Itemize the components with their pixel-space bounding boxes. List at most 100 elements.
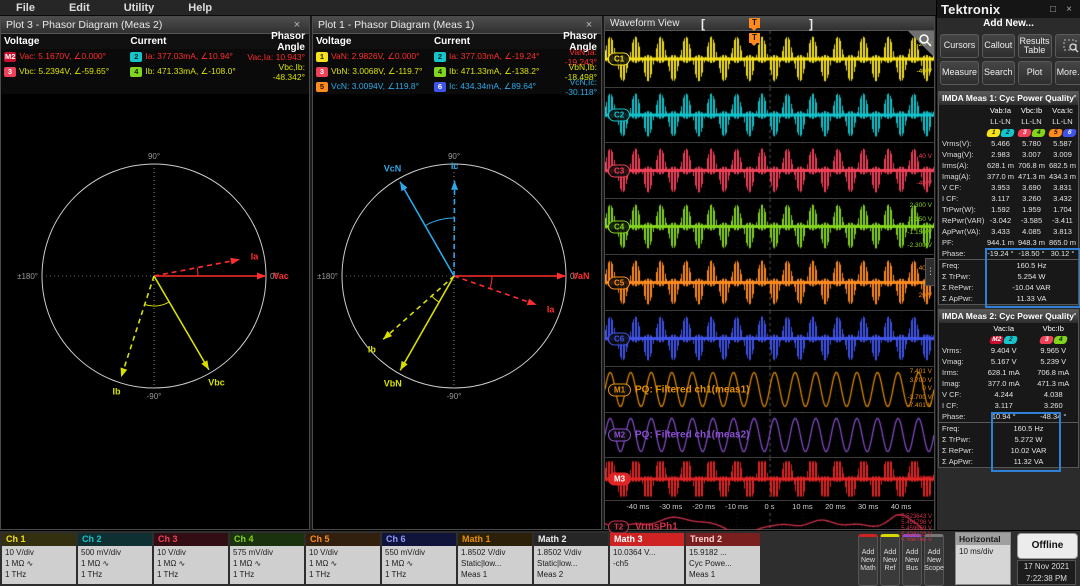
trigger-level-marker[interactable]: T (749, 33, 760, 46)
add-new-math-button[interactable]: Add New Math (858, 534, 878, 586)
phasor-vector-Ia (453, 275, 537, 306)
meas1-header[interactable]: IMDA Meas 1: Cyc Power Quality' (939, 92, 1078, 105)
voltage-source-chip[interactable]: 1 (316, 51, 328, 62)
phasor-label-VcN: VcN (384, 164, 402, 174)
badge-line: 1 MΩ ∿ (233, 559, 262, 569)
time-axis-label: 30 ms (857, 502, 879, 511)
zoom-bracket-left[interactable]: [ (701, 17, 705, 31)
zoom-bracket-right[interactable]: ] (809, 17, 813, 31)
measure-button[interactable]: Measure (940, 61, 980, 85)
phasor-angle-header: Phasor Angle (271, 30, 305, 53)
channel-setup-badge-ch4[interactable]: Ch 4 575 mV/div 1 MΩ ∿ 1 THz (230, 533, 304, 584)
current-source-chip[interactable]: 2 (433, 51, 446, 62)
channel-badge-C5[interactable]: C5 (608, 276, 631, 289)
plot1-panel: Plot 1 - Phasor Diagram (Meas 1) × Volta… (312, 16, 602, 530)
waveform-drag-handle[interactable]: ⋮ (925, 257, 935, 286)
channel-setup-badge-ch1[interactable]: Ch 1 10 V/div 1 MΩ ∿ 1 THz (2, 533, 76, 584)
voltage-source-chip[interactable]: M2 (4, 51, 17, 62)
scale-label: 2 V (922, 110, 932, 118)
channel-badge-C6[interactable]: C6 (608, 332, 631, 345)
trigger-position-marker[interactable]: T (749, 18, 760, 31)
results-table-button[interactable]: Results Table (1017, 34, 1052, 58)
zoom-corner-icon[interactable] (908, 31, 934, 57)
meas-col-subheader: LL-LN (990, 117, 1011, 126)
channel-setup-badge-ch3[interactable]: Ch 3 10 V/div 1 MΩ ∿ 1 THz (154, 533, 228, 584)
current-value: Ic: 434.34mA, ∠89.64° (448, 81, 537, 91)
cursors-button[interactable]: Cursors (940, 34, 980, 58)
plot1-close-button[interactable]: × (582, 19, 596, 31)
meas2-header[interactable]: IMDA Meas 2: Cyc Power Quality' (939, 310, 1078, 323)
time-axis-label: -10 ms (725, 502, 749, 511)
badge-body: 575 mV/div 1 MΩ ∿ 1 THz (230, 546, 304, 584)
menu-item-file[interactable]: File (16, 2, 35, 14)
summary-label: Σ ApPwr: (942, 457, 973, 466)
scale-label: 2 V (922, 334, 932, 342)
current-source-chip[interactable]: 4 (130, 66, 143, 77)
voltage-source-chip[interactable]: 3 (4, 66, 16, 77)
badge-title: Math 1 (458, 533, 532, 546)
plot3-close-button[interactable]: × (290, 19, 304, 31)
add-new-ref-button[interactable]: Add New Ref (880, 534, 900, 586)
meas-summary: Freq: 160.5 Hz Σ TrPwr: 5.254 W Σ RePwr: -10.… (939, 259, 1078, 304)
zoom-region-button[interactable] (1054, 34, 1080, 58)
scale-label: -40 V (916, 68, 932, 76)
meas-row-label: RePwr(VAR): (942, 216, 985, 225)
channel-badge-M2[interactable]: M2 (608, 428, 632, 442)
offline-button[interactable]: Offline (1017, 533, 1078, 559)
menu-item-utility[interactable]: Utility (124, 2, 155, 14)
channel-setup-badge-trend2[interactable]: Trend 2 15.9182 ... Cyc Powe... Meas 1 (686, 533, 760, 584)
horizontal-settings-box[interactable]: Horizontal 10 ms/div (955, 532, 1011, 585)
add-btn-line: Add (883, 548, 897, 556)
channel-badge-C3[interactable]: C3 (608, 164, 631, 177)
badge-line: Static|low... (537, 559, 578, 569)
voltage-source-chip[interactable]: 5 (316, 81, 328, 92)
channel-setup-badge-ch6[interactable]: Ch 6 550 mV/div 1 MΩ ∿ 1 THz (382, 533, 456, 584)
voltage-source-chip[interactable]: 3 (316, 66, 328, 77)
channel-badge-M3[interactable]: M3 (608, 472, 632, 486)
channel-badge-C2[interactable]: C2 (608, 108, 631, 122)
phasor-table-header: Voltage Current Phasor Angle (1, 31, 309, 53)
channel-badge-C4[interactable]: C4 (608, 220, 631, 233)
channel-setup-badge-math1[interactable]: Math 1 1.8502 V/div Static|low... Meas 1 (458, 533, 532, 584)
plot-button[interactable]: Plot (1017, 61, 1052, 85)
meas-value: 948.3 m (1017, 238, 1046, 247)
phasor-label-Vbc: Vbc (208, 378, 225, 388)
summary-label: Freq: (942, 261, 960, 270)
meas-value: 377.0 mA (987, 379, 1020, 388)
window-close-button[interactable]: × (1062, 4, 1076, 15)
add-new-bus-button[interactable]: Add New Bus (902, 534, 922, 586)
badge-line: 10 V/div (157, 548, 186, 557)
voltage-cell: 1 VaN: 2.9826V, ∠0.000° (313, 51, 434, 62)
channel-setup-badge-ch5[interactable]: Ch 5 10 V/div 1 MΩ ∿ 1 THz (306, 533, 380, 584)
current-source-chip[interactable]: 4 (433, 66, 446, 77)
more--button[interactable]: More... (1054, 61, 1080, 85)
add-new-scope-button[interactable]: Add New Scope (924, 534, 944, 586)
meas-value: 4.038 (1043, 390, 1063, 399)
phasor-vector-Ia (153, 258, 240, 277)
channel-badge-T2[interactable]: T2 (608, 520, 630, 534)
meas-source-badges: M2 2 (979, 334, 1029, 345)
current-source-chip[interactable]: 6 (433, 81, 446, 92)
menu-item-edit[interactable]: Edit (69, 2, 90, 14)
channel-badge-C1[interactable]: C1 (608, 52, 631, 66)
phasor-angle-value: Vbc,Ib: -48.342° (272, 61, 305, 82)
source-chip: M2 (989, 335, 1005, 344)
badge-body: 10 V/div 1 MΩ ∿ 1 THz (2, 546, 76, 584)
callout-button[interactable]: Callout (982, 34, 1015, 58)
svg-text:±180°: ±180° (317, 272, 338, 281)
channel-setup-badge-math3[interactable]: Math 3 10.0364 V... -ch5 (610, 533, 684, 584)
channel-setup-badge-math2[interactable]: Math 2 1.8502 V/div Static|low... Meas 2 (534, 533, 608, 584)
current-source-chip[interactable]: 2 (130, 51, 143, 62)
add-btn-line: Scope (924, 565, 944, 573)
voltage-cell: 3 Vbc: 5.2394V, ∠-59.65° (1, 66, 130, 77)
voltage-cell: 5 VcN: 3.0094V, ∠119.8° (313, 81, 434, 92)
waveform-trace-C2 (605, 88, 934, 142)
menu-item-help[interactable]: Help (188, 2, 212, 14)
window-restore-button[interactable]: □ (1046, 4, 1060, 15)
channel-setup-badge-ch2[interactable]: Ch 2 500 mV/div 1 MΩ ∿ 1 THz (78, 533, 152, 584)
search-button[interactable]: Search (982, 61, 1015, 85)
channel-badge-M1[interactable]: M1 (608, 383, 632, 396)
scale-labels-C6: 2 V (922, 312, 932, 365)
